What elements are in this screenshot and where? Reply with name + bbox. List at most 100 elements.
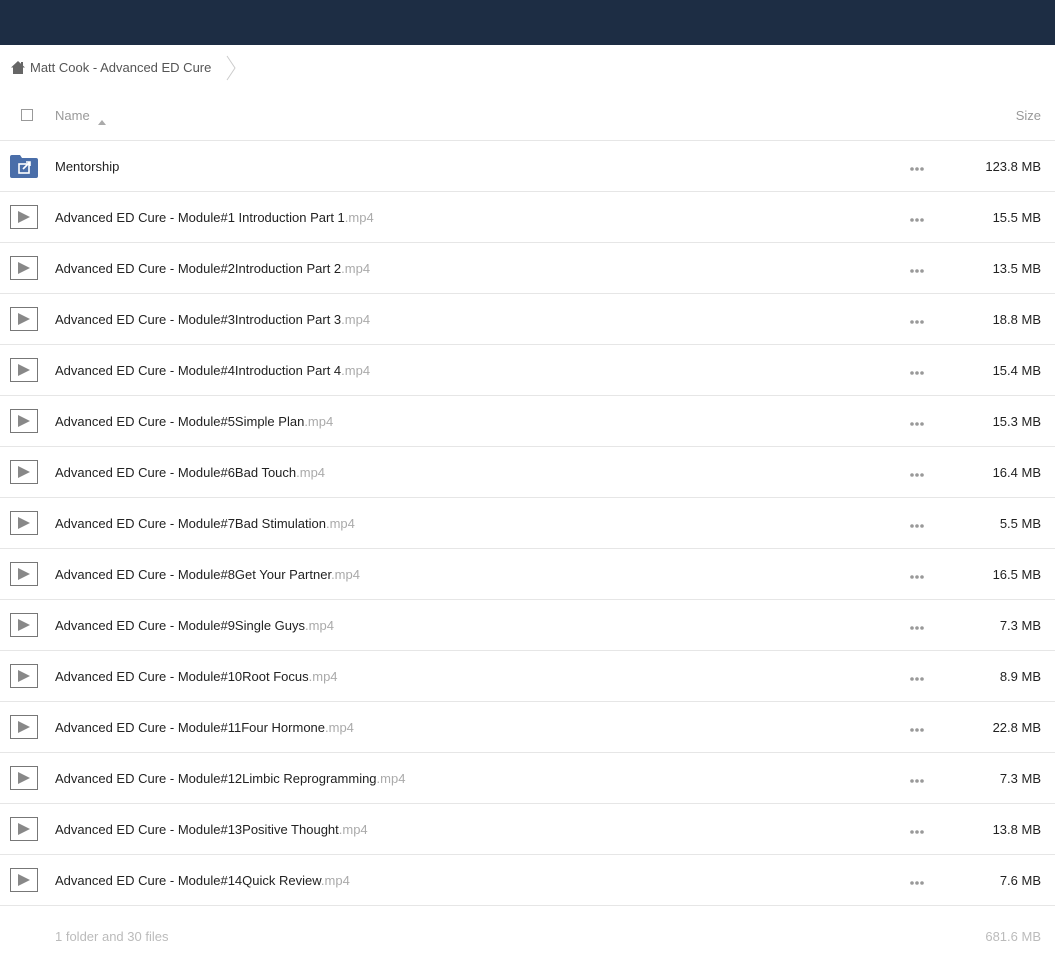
summary-count: 1 folder and 30 files (55, 929, 169, 944)
file-extension: .mp4 (308, 668, 338, 684)
select-all-checkbox[interactable] (21, 109, 33, 121)
file-size: 5.5 MB (999, 515, 1041, 531)
video-icon (10, 868, 38, 892)
file-size: 7.3 MB (999, 770, 1041, 786)
table-row[interactable]: Advanced ED Cure - Module#12Limbic Repro… (0, 753, 1055, 804)
file-name[interactable]: Advanced ED Cure - Module#14Quick Review… (55, 873, 350, 888)
file-name[interactable]: Advanced ED Cure - Module#2Introduction … (55, 261, 370, 276)
file-basename: Advanced ED Cure - Module#11Four Hormone (55, 719, 326, 735)
more-actions-icon[interactable] (909, 263, 925, 273)
file-size: 15.5 MB (992, 209, 1041, 225)
name-column-label: Name (55, 107, 90, 123)
video-icon (10, 817, 38, 841)
name-column-header[interactable]: Name (55, 107, 106, 125)
file-basename: Advanced ED Cure - Module#8Get Your Part… (55, 566, 332, 582)
more-actions-icon[interactable] (909, 875, 925, 885)
summary-total-size: 681.6 MB (985, 929, 1041, 944)
file-basename: Advanced ED Cure - Module#12Limbic Repro… (55, 770, 377, 786)
file-extension: .mp4 (341, 260, 371, 276)
table-row[interactable]: Advanced ED Cure - Module#8Get Your Part… (0, 549, 1055, 600)
file-size: 13.8 MB (992, 821, 1041, 837)
video-icon (10, 205, 38, 229)
table-row[interactable]: Advanced ED Cure - Module#11Four Hormone… (0, 702, 1055, 753)
file-extension: .mp4 (296, 464, 326, 480)
video-icon (10, 511, 38, 535)
file-size: 16.5 MB (992, 566, 1041, 582)
table-row[interactable]: Advanced ED Cure - Module#3Introduction … (0, 294, 1055, 345)
file-name[interactable]: Advanced ED Cure - Module#1 Introduction… (55, 210, 374, 225)
table-row[interactable]: Advanced ED Cure - Module#2Introduction … (0, 243, 1055, 294)
table-row[interactable]: Advanced ED Cure - Module#7Bad Stimulati… (0, 498, 1055, 549)
file-basename: Advanced ED Cure - Module#6Bad Touch (55, 464, 297, 480)
folder-shared-icon (10, 154, 38, 178)
file-basename: Advanced ED Cure - Module#3Introduction … (55, 311, 342, 327)
file-basename: Advanced ED Cure - Module#2Introduction … (55, 260, 342, 276)
more-actions-icon[interactable] (909, 671, 925, 681)
file-extension: .mp4 (344, 209, 374, 225)
more-actions-icon[interactable] (909, 314, 925, 324)
file-extension: .mp4 (325, 719, 354, 735)
file-name[interactable]: Advanced ED Cure - Module#7Bad Stimulati… (55, 516, 355, 531)
video-icon (10, 460, 38, 484)
file-size: 15.3 MB (992, 413, 1041, 429)
file-name[interactable]: Advanced ED Cure - Module#10Root Focus.m… (55, 669, 338, 684)
more-actions-icon[interactable] (909, 416, 925, 426)
file-name[interactable]: Advanced ED Cure - Module#5Simple Plan.m… (55, 414, 333, 429)
file-basename: Advanced ED Cure - Module#13Positive Tho… (55, 821, 339, 837)
file-name[interactable]: Advanced ED Cure - Module#11Four Hormone… (55, 720, 354, 735)
file-name[interactable]: Advanced ED Cure - Module#4Introduction … (55, 363, 370, 378)
file-name[interactable]: Advanced ED Cure - Module#13Positive Tho… (55, 822, 368, 837)
file-name[interactable]: Advanced ED Cure - Module#6Bad Touch.mp4 (55, 465, 325, 480)
file-extension: .mp4 (331, 566, 360, 582)
home-icon[interactable] (10, 60, 26, 75)
file-size: 15.4 MB (992, 362, 1041, 378)
file-basename: Advanced ED Cure - Module#5Simple Plan (55, 413, 305, 429)
table-row[interactable]: Advanced ED Cure - Module#9Single Guys.m… (0, 600, 1055, 651)
file-size: 7.6 MB (999, 872, 1041, 888)
video-icon (10, 307, 38, 331)
size-column-header[interactable]: Size (1016, 108, 1041, 123)
more-actions-icon[interactable] (909, 365, 925, 375)
table-row[interactable]: Advanced ED Cure - Module#10Root Focus.m… (0, 651, 1055, 702)
file-basename: Advanced ED Cure - Module#7Bad Stimulati… (55, 515, 326, 531)
table-row[interactable]: Mentorship 123.8 MB (0, 141, 1055, 192)
table-row[interactable]: Advanced ED Cure - Module#5Simple Plan.m… (0, 396, 1055, 447)
file-size: 16.4 MB (992, 464, 1041, 480)
more-actions-icon[interactable] (909, 212, 925, 222)
more-actions-icon[interactable] (909, 467, 925, 477)
more-actions-icon[interactable] (909, 161, 925, 171)
file-name[interactable]: Advanced ED Cure - Module#8Get Your Part… (55, 567, 360, 582)
file-list: Mentorship 123.8 MB Advanced ED Cure - Mod… (0, 141, 1055, 906)
breadcrumb: Matt Cook - Advanced ED Cure (0, 45, 1055, 90)
file-extension: .mp4 (304, 413, 334, 429)
sort-ascending-icon (97, 113, 106, 125)
file-name[interactable]: Advanced ED Cure - Module#9Single Guys.m… (55, 618, 334, 633)
file-extension: .mp4 (376, 770, 406, 786)
file-extension: .mp4 (341, 311, 371, 327)
more-actions-icon[interactable] (909, 569, 925, 579)
table-row[interactable]: Advanced ED Cure - Module#1 Introduction… (0, 192, 1055, 243)
file-size: 13.5 MB (992, 260, 1041, 276)
more-actions-icon[interactable] (909, 824, 925, 834)
file-extension: .mp4 (338, 821, 368, 837)
file-size: 7.3 MB (999, 617, 1041, 633)
video-icon (10, 358, 38, 382)
table-row[interactable]: Advanced ED Cure - Module#6Bad Touch.mp4… (0, 447, 1055, 498)
more-actions-icon[interactable] (909, 620, 925, 630)
table-row[interactable]: Advanced ED Cure - Module#4Introduction … (0, 345, 1055, 396)
file-basename: Advanced ED Cure - Module#9Single Guys (55, 617, 306, 633)
table-row[interactable]: Advanced ED Cure - Module#13Positive Tho… (0, 804, 1055, 855)
file-name[interactable]: Advanced ED Cure - Module#3Introduction … (55, 312, 370, 327)
file-name[interactable]: Advanced ED Cure - Module#12Limbic Repro… (55, 771, 405, 786)
file-name[interactable]: Mentorship (55, 159, 119, 174)
more-actions-icon[interactable] (909, 518, 925, 528)
file-extension: .mp4 (325, 515, 355, 531)
more-actions-icon[interactable] (909, 773, 925, 783)
file-basename: Advanced ED Cure - Module#14Quick Review (55, 872, 321, 888)
file-size: 22.8 MB (992, 719, 1041, 735)
breadcrumb-current[interactable]: Matt Cook - Advanced ED Cure (30, 60, 211, 75)
breadcrumb-separator-icon (225, 55, 237, 81)
more-actions-icon[interactable] (909, 722, 925, 732)
table-row[interactable]: Advanced ED Cure - Module#14Quick Review… (0, 855, 1055, 906)
file-basename: Advanced ED Cure - Module#1 Introduction… (55, 209, 345, 225)
